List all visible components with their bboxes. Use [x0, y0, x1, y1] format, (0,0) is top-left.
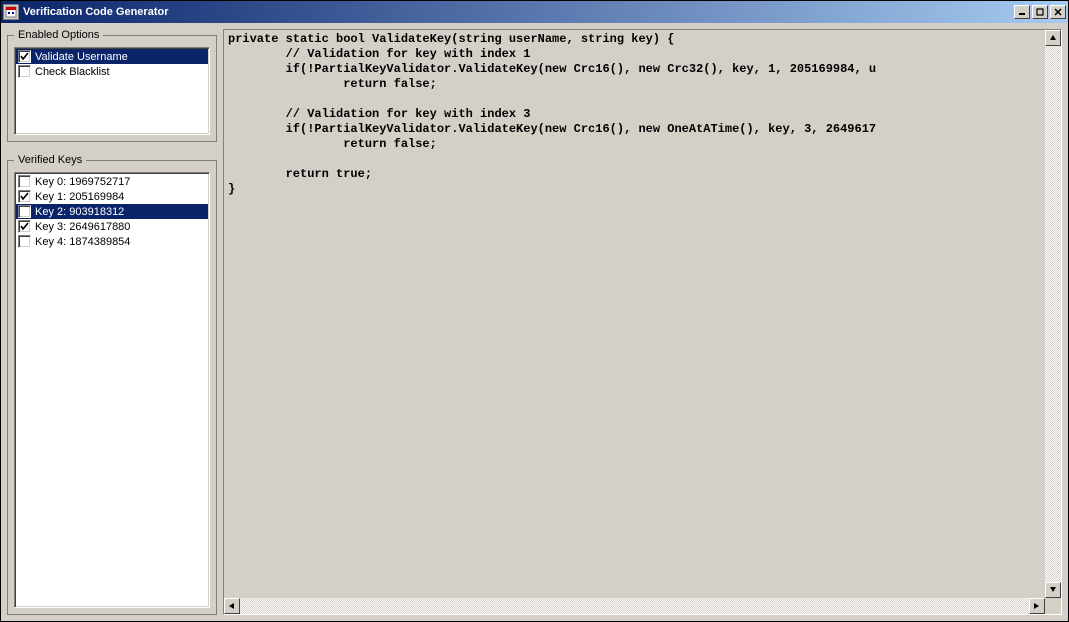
verified-key-item[interactable]: Key 3: 2649617880: [16, 219, 208, 234]
maximize-button[interactable]: [1032, 5, 1048, 19]
verified-keys-group: Verified Keys Key 0: 1969752717 Key 1: 20…: [7, 154, 217, 615]
enabled-options-group: Enabled Options Validate Username Check B…: [7, 29, 217, 142]
hscroll-row: [224, 598, 1061, 614]
enabled-option-item[interactable]: Check Blacklist: [16, 64, 208, 79]
checkbox-icon[interactable]: [18, 220, 31, 233]
verified-key-item[interactable]: Key 4: 1874389854: [16, 234, 208, 249]
checkbox-icon[interactable]: [18, 235, 31, 248]
code-textarea[interactable]: private static bool ValidateKey(string u…: [224, 30, 1045, 598]
arrow-up-icon: [1049, 34, 1057, 42]
maximize-icon: [1036, 8, 1044, 16]
close-button[interactable]: [1050, 5, 1066, 19]
verified-key-label: Key 4: 1874389854: [35, 236, 130, 248]
verified-key-label: Key 1: 205169984: [35, 191, 124, 203]
verified-keys-list[interactable]: Key 0: 1969752717 Key 1: 205169984 Key 2: …: [14, 172, 210, 608]
minimize-button[interactable]: [1014, 5, 1030, 19]
window-title: Verification Code Generator: [23, 6, 168, 18]
app-icon: [3, 4, 19, 20]
minimize-icon: [1018, 8, 1026, 16]
titlebar: Verification Code Generator: [1, 1, 1068, 23]
enabled-option-item[interactable]: Validate Username: [16, 49, 208, 64]
verified-key-label: Key 0: 1969752717: [35, 176, 130, 188]
enabled-options-legend: Enabled Options: [14, 29, 103, 41]
verified-key-item[interactable]: Key 0: 1969752717: [16, 174, 208, 189]
vscroll-track[interactable]: [1045, 46, 1061, 582]
arrow-left-icon: [228, 602, 236, 610]
verified-keys-legend: Verified Keys: [14, 154, 86, 166]
code-area-container: private static bool ValidateKey(string u…: [223, 29, 1062, 615]
vertical-scrollbar[interactable]: [1045, 30, 1061, 598]
scroll-right-button[interactable]: [1029, 598, 1045, 614]
verified-key-item[interactable]: Key 1: 205169984: [16, 189, 208, 204]
checkbox-icon[interactable]: [18, 175, 31, 188]
enabled-option-label: Check Blacklist: [35, 66, 110, 78]
arrow-down-icon: [1049, 586, 1057, 594]
scroll-left-button[interactable]: [224, 598, 240, 614]
verified-key-item[interactable]: Key 2: 903918312: [16, 204, 208, 219]
code-and-vscroll: private static bool ValidateKey(string u…: [224, 30, 1061, 598]
scrollbar-corner: [1045, 598, 1061, 614]
verified-key-label: Key 2: 903918312: [35, 206, 124, 218]
verified-key-label: Key 3: 2649617880: [35, 221, 130, 233]
right-pane: private static bool ValidateKey(string u…: [223, 29, 1062, 615]
hscroll-track[interactable]: [240, 598, 1029, 614]
client-area: Enabled Options Validate Username Check B…: [1, 23, 1068, 621]
app-window: Verification Code Generator Enabled Opti…: [0, 0, 1069, 622]
checkbox-icon[interactable]: [18, 65, 31, 78]
enabled-options-list[interactable]: Validate Username Check Blacklist: [14, 47, 210, 135]
scroll-up-button[interactable]: [1045, 30, 1061, 46]
horizontal-scrollbar[interactable]: [224, 598, 1045, 614]
checkbox-icon[interactable]: [18, 205, 31, 218]
close-icon: [1054, 8, 1062, 16]
arrow-right-icon: [1033, 602, 1041, 610]
left-pane: Enabled Options Validate Username Check B…: [7, 29, 217, 615]
enabled-option-label: Validate Username: [35, 51, 128, 63]
checkbox-icon[interactable]: [18, 190, 31, 203]
window-buttons: [1012, 5, 1066, 19]
scroll-down-button[interactable]: [1045, 582, 1061, 598]
checkbox-icon[interactable]: [18, 50, 31, 63]
